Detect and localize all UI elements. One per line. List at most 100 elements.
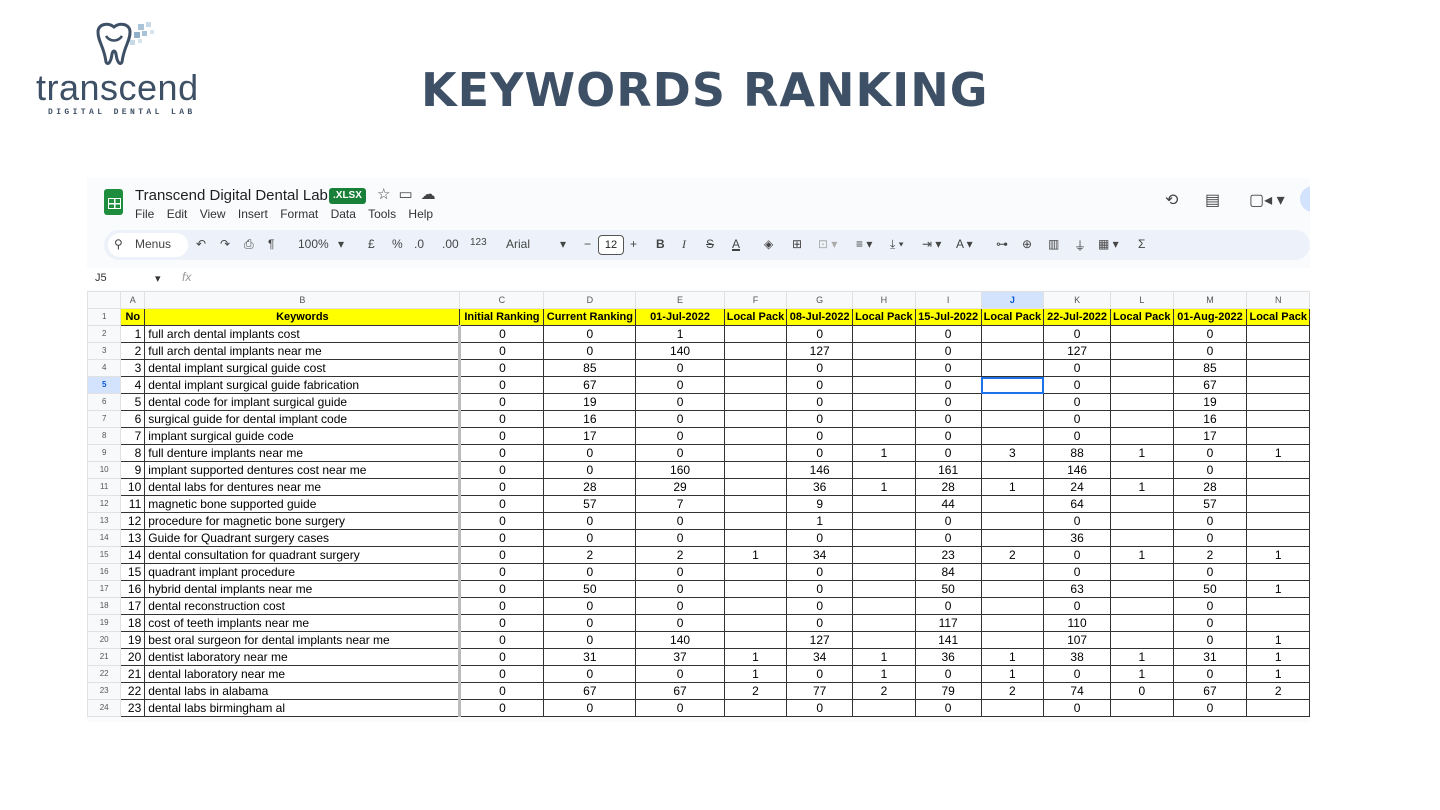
- keyword-cell[interactable]: dental consultation for quadrant surgery: [144, 546, 462, 564]
- vertical-align-icon[interactable]: ⤓ ▾: [890, 237, 904, 252]
- value-cell[interactable]: 0: [635, 512, 725, 530]
- fill-color-icon[interactable]: ◈: [764, 237, 773, 251]
- row-header[interactable]: 19: [87, 614, 122, 632]
- value-cell[interactable]: 0: [1172, 699, 1248, 717]
- value-cell[interactable]: 0: [459, 614, 545, 632]
- value-cell[interactable]: 161: [914, 461, 982, 479]
- value-cell[interactable]: 0: [459, 546, 545, 564]
- value-cell[interactable]: 37: [635, 648, 725, 666]
- horizontal-align-icon[interactable]: ≡ ▾: [856, 237, 872, 251]
- header-cell[interactable]: Local Pack: [1246, 308, 1310, 326]
- zoom-chevron-icon[interactable]: ▾: [338, 237, 344, 251]
- value-cell[interactable]: [723, 563, 788, 581]
- value-cell[interactable]: 127: [1043, 342, 1112, 360]
- value-cell[interactable]: 79: [914, 682, 982, 700]
- value-cell[interactable]: 9: [786, 495, 854, 513]
- value-cell[interactable]: [1110, 342, 1174, 360]
- value-cell[interactable]: 17: [543, 427, 637, 445]
- row-number-cell[interactable]: 12: [120, 512, 146, 530]
- value-cell[interactable]: 0: [459, 427, 545, 445]
- value-cell[interactable]: 0: [1043, 359, 1112, 377]
- value-cell[interactable]: 38: [1043, 648, 1112, 666]
- row-header[interactable]: 23: [87, 682, 122, 700]
- value-cell[interactable]: 0: [635, 376, 725, 394]
- value-cell[interactable]: 140: [635, 631, 725, 649]
- value-cell[interactable]: [723, 410, 788, 428]
- functions-icon[interactable]: Σ: [1138, 237, 1145, 251]
- value-cell[interactable]: 57: [543, 495, 637, 513]
- value-cell[interactable]: [852, 563, 916, 581]
- value-cell[interactable]: 1: [980, 648, 1045, 666]
- value-cell[interactable]: 0: [786, 410, 854, 428]
- value-cell[interactable]: [1110, 427, 1174, 445]
- value-cell[interactable]: 0: [914, 665, 982, 683]
- value-cell[interactable]: [852, 376, 916, 394]
- value-cell[interactable]: 0: [459, 325, 545, 343]
- value-cell[interactable]: 0: [635, 410, 725, 428]
- column-header[interactable]: E: [635, 291, 725, 309]
- value-cell[interactable]: 1: [980, 478, 1045, 496]
- row-header[interactable]: 18: [87, 597, 122, 615]
- row-header[interactable]: 8: [87, 427, 122, 445]
- value-cell[interactable]: 0: [1043, 597, 1112, 615]
- decrease-decimal-button[interactable]: .0: [414, 237, 424, 251]
- value-cell[interactable]: [1246, 461, 1310, 479]
- row-number-cell[interactable]: 22: [120, 682, 146, 700]
- strikethrough-button[interactable]: S: [706, 237, 714, 251]
- avatar[interactable]: [1300, 186, 1310, 212]
- value-cell[interactable]: 19: [543, 393, 637, 411]
- value-cell[interactable]: 34: [786, 648, 854, 666]
- value-cell[interactable]: [1246, 410, 1310, 428]
- value-cell[interactable]: 50: [543, 580, 637, 598]
- row-header[interactable]: 16: [87, 563, 122, 581]
- value-cell[interactable]: [980, 461, 1045, 479]
- value-cell[interactable]: 0: [543, 631, 637, 649]
- font-size-decrease-button[interactable]: −: [584, 237, 591, 251]
- row-header[interactable]: 7: [87, 410, 122, 428]
- row-header[interactable]: 14: [87, 529, 122, 547]
- text-wrap-icon[interactable]: ⇥ ▾: [922, 237, 941, 251]
- keyword-cell[interactable]: magnetic bone supported guide: [144, 495, 462, 513]
- value-cell[interactable]: [980, 614, 1045, 632]
- value-cell[interactable]: 24: [1043, 478, 1112, 496]
- value-cell[interactable]: 0: [1172, 597, 1248, 615]
- keyword-cell[interactable]: dental implant surgical guide fabricatio…: [144, 376, 462, 394]
- value-cell[interactable]: [1110, 580, 1174, 598]
- value-cell[interactable]: 0: [459, 648, 545, 666]
- row-number-cell[interactable]: 14: [120, 546, 146, 564]
- value-cell[interactable]: [1246, 376, 1310, 394]
- value-cell[interactable]: 0: [459, 478, 545, 496]
- value-cell[interactable]: 2: [980, 546, 1045, 564]
- header-cell[interactable]: 08-Jul-2022: [786, 308, 854, 326]
- value-cell[interactable]: 0: [635, 665, 725, 683]
- value-cell[interactable]: 1: [852, 478, 916, 496]
- keyword-cell[interactable]: hybrid dental implants near me: [144, 580, 462, 598]
- value-cell[interactable]: [1246, 342, 1310, 360]
- row-number-cell[interactable]: 9: [120, 461, 146, 479]
- value-cell[interactable]: 64: [1043, 495, 1112, 513]
- value-cell[interactable]: 0: [459, 682, 545, 700]
- column-header[interactable]: L: [1110, 291, 1174, 309]
- value-cell[interactable]: 1: [723, 546, 788, 564]
- value-cell[interactable]: 2: [723, 682, 788, 700]
- value-cell[interactable]: [852, 359, 916, 377]
- column-header[interactable]: K: [1043, 291, 1112, 309]
- row-number-cell[interactable]: 16: [120, 580, 146, 598]
- value-cell[interactable]: [980, 563, 1045, 581]
- value-cell[interactable]: [980, 410, 1045, 428]
- keyword-cell[interactable]: full arch dental implants cost: [144, 325, 462, 343]
- value-cell[interactable]: 0: [786, 699, 854, 717]
- value-cell[interactable]: 16: [543, 410, 637, 428]
- header-cell[interactable]: 22-Jul-2022: [1043, 308, 1112, 326]
- row-number-cell[interactable]: 17: [120, 597, 146, 615]
- value-cell[interactable]: 0: [1043, 410, 1112, 428]
- value-cell[interactable]: 0: [635, 359, 725, 377]
- value-cell[interactable]: 1: [852, 444, 916, 462]
- value-cell[interactable]: [1246, 495, 1310, 513]
- value-cell[interactable]: [980, 342, 1045, 360]
- value-cell[interactable]: [1110, 393, 1174, 411]
- value-cell[interactable]: 1: [1246, 648, 1310, 666]
- value-cell[interactable]: [1246, 427, 1310, 445]
- value-cell[interactable]: [723, 325, 788, 343]
- header-cell[interactable]: No: [120, 308, 146, 326]
